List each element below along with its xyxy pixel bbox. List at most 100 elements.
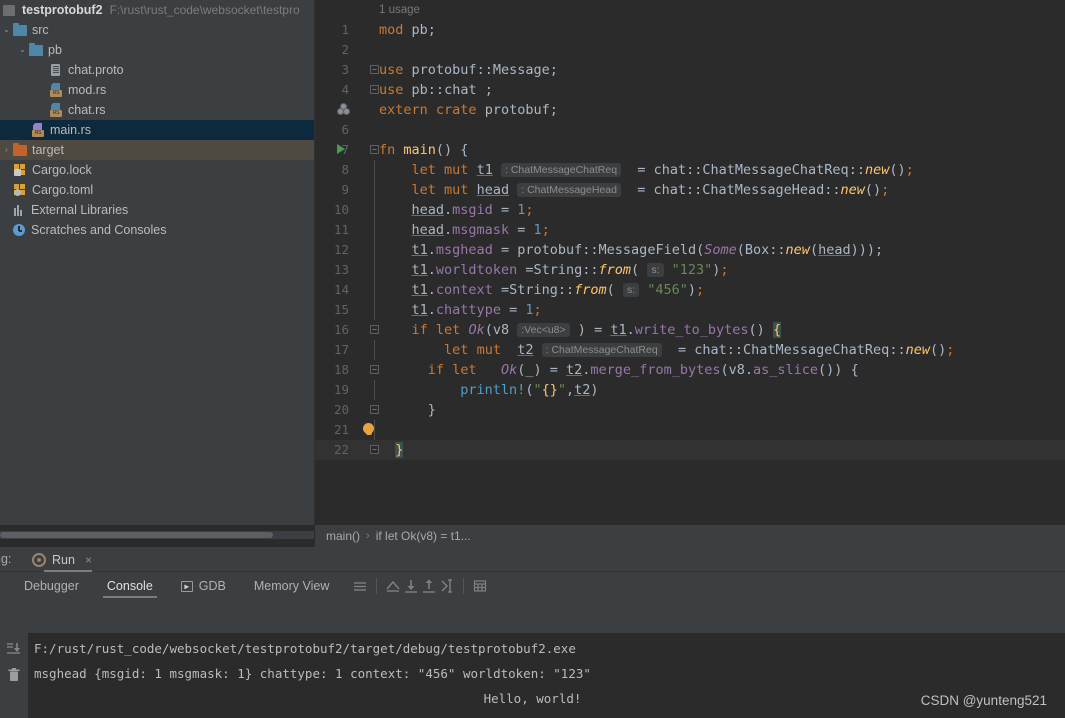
project-name: testprotobuf2 xyxy=(22,2,103,17)
fold-collapse-icon[interactable] xyxy=(370,145,379,154)
code-line-19[interactable]: 19 println!("{}",t2) xyxy=(315,380,1065,400)
proto-file-icon xyxy=(48,62,64,78)
code-line-16[interactable]: 16 if let Ok(v8 :Vec<u8> ) = t1.write_to… xyxy=(315,320,1065,340)
tree-item-src[interactable]: ⌄ src xyxy=(0,20,314,40)
code-line-7[interactable]: 7fn main() { xyxy=(315,140,1065,160)
tab-debugger[interactable]: Debugger xyxy=(10,572,93,600)
code-text: t1.msghead = protobuf::MessageField(Some… xyxy=(411,242,884,258)
tree-item-label: External Libraries xyxy=(31,202,129,217)
project-path: F:\rust\rust_code\websocket\testpro xyxy=(109,3,300,17)
code-line-11[interactable]: 11 head.msgmask = 1; xyxy=(315,220,1065,240)
folder-orange-icon xyxy=(12,142,28,158)
console-output[interactable]: F:/rust/rust_code/websocket/testprotobuf… xyxy=(0,633,1065,718)
tab-gdb[interactable]: ▶ GDB xyxy=(167,572,240,600)
code-line-21[interactable]: 21 xyxy=(315,420,1065,440)
scrollbar-thumb[interactable] xyxy=(0,532,273,538)
breadcrumb-item-0[interactable]: main() xyxy=(326,529,360,543)
tree-item-label: main.rs xyxy=(50,122,91,137)
code-editor[interactable]: 1 usage 1 mod pb;23 use protobuf::Message;… xyxy=(315,0,1065,525)
code-line-8[interactable]: 8 let mut t1 : ChatMessageChatReq = chat… xyxy=(315,160,1065,180)
crate-icon[interactable] xyxy=(337,100,361,120)
tree-item-external-libraries[interactable]: External Libraries xyxy=(0,200,314,220)
step-over-icon[interactable] xyxy=(384,577,402,595)
project-root-row[interactable]: testprotobuf2 F:\rust\rust_code\websocke… xyxy=(0,0,314,20)
tab-console[interactable]: Console xyxy=(93,572,167,600)
fold-collapse-icon[interactable] xyxy=(370,65,379,74)
debug-window-label: ug: xyxy=(0,552,12,566)
fold-end-icon[interactable] xyxy=(370,85,379,94)
code-text: use protobuf::Message; xyxy=(379,62,558,78)
code-line-13[interactable]: 13 t1.worldtoken =String::from( s: "123"… xyxy=(315,260,1065,280)
tree-item-cargo-lock[interactable]: Cargo.lock xyxy=(0,160,314,180)
intention-bulb-icon[interactable] xyxy=(361,420,385,440)
code-text: let mut head : ChatMessageHead = chat::C… xyxy=(411,182,890,198)
code-line-3[interactable]: 3 use protobuf::Message; xyxy=(315,60,1065,80)
sidebar-horizontal-scrollbar[interactable] xyxy=(0,531,314,539)
code-text: let mut t1 : ChatMessageChatReq = chat::… xyxy=(411,162,914,178)
tree-item-cargo-toml[interactable]: Cargo.toml xyxy=(0,180,314,200)
code-line-12[interactable]: 12 t1.msghead = protobuf::MessageField(S… xyxy=(315,240,1065,260)
fold-collapse-icon[interactable] xyxy=(370,365,379,374)
tree-item-main-rs[interactable]: RS main.rs xyxy=(0,120,314,140)
fold-guide-line xyxy=(374,340,375,360)
line-number: 12 xyxy=(333,242,349,257)
run-tab[interactable]: Run × xyxy=(28,547,96,572)
expand-arrow-icon[interactable]: ⌄ xyxy=(17,46,28,54)
code-line-15[interactable]: 15 t1.chattype = 1; xyxy=(315,300,1065,320)
usage-hint[interactable]: 1 usage xyxy=(379,0,420,20)
gdb-icon: ▶ xyxy=(180,580,193,592)
expand-arrow-icon[interactable]: › xyxy=(1,146,12,154)
tree-item-label: Cargo.toml xyxy=(32,182,94,197)
console-line: msghead {msgid: 1 msgmask: 1} chattype: … xyxy=(34,666,591,681)
run-to-cursor-icon[interactable] xyxy=(438,577,456,595)
hamburger-icon[interactable] xyxy=(351,577,369,595)
code-text: t1.chattype = 1; xyxy=(411,302,542,318)
scroll-to-end-icon[interactable] xyxy=(6,641,22,657)
close-icon[interactable]: × xyxy=(85,553,92,567)
current-line-highlight xyxy=(315,440,1065,460)
code-line-18[interactable]: 18 if let Ok(_) = t2.merge_from_bytes(v8… xyxy=(315,360,1065,380)
tree-item-target[interactable]: › target xyxy=(0,140,314,160)
tree-item-chat-rs[interactable]: RS chat.rs xyxy=(0,100,314,120)
step-out-icon[interactable] xyxy=(420,577,438,595)
trash-icon[interactable] xyxy=(6,667,22,683)
code-line-17[interactable]: 17 let mut t2 : ChatMessageChatReq = cha… xyxy=(315,340,1065,360)
breadcrumb-chevron-icon: › xyxy=(366,530,370,542)
line-number: 4 xyxy=(341,82,349,97)
code-line-22[interactable]: 22 } xyxy=(315,440,1065,460)
tree-item-scratches-and-consoles[interactable]: Scratches and Consoles xyxy=(0,220,314,240)
tree-item-chat-proto[interactable]: chat.proto xyxy=(0,60,314,80)
tree-item-mod-rs[interactable]: RS mod.rs xyxy=(0,80,314,100)
project-tree-panel[interactable]: testprotobuf2 F:\rust\rust_code\websocke… xyxy=(0,0,314,525)
code-text: fn main() { xyxy=(379,142,469,158)
code-line-9[interactable]: 9 let mut head : ChatMessageHead = chat:… xyxy=(315,180,1065,200)
breadcrumb[interactable]: main() › if let Ok(v8) = t1... xyxy=(315,525,1065,547)
bottom-tool-window[interactable]: ug: Run × Debugger Console ▶ GDB Memory … xyxy=(0,547,1065,718)
fold-end-icon[interactable] xyxy=(370,445,379,454)
evaluate-expression-icon[interactable] xyxy=(471,577,489,595)
expand-arrow-icon[interactable]: ⌄ xyxy=(1,26,12,34)
code-line-10[interactable]: 10 head.msgid = 1; xyxy=(315,200,1065,220)
code-text: } xyxy=(395,442,404,458)
fold-end-icon[interactable] xyxy=(370,405,379,414)
rust-run-icon xyxy=(32,552,46,567)
code-line-1[interactable]: 1 mod pb; xyxy=(315,20,1065,40)
code-line-6[interactable]: 6 xyxy=(315,120,1065,140)
code-line-4[interactable]: 4 use pb::chat ; xyxy=(315,80,1065,100)
code-line-14[interactable]: 14 t1.context =String::from( s: "456"); xyxy=(315,280,1065,300)
run-gutter-icon[interactable] xyxy=(337,140,361,160)
code-line-20[interactable]: 20 } xyxy=(315,400,1065,420)
tree-item-label: mod.rs xyxy=(68,82,107,97)
code-line-2[interactable]: 2 xyxy=(315,40,1065,60)
rust-file-icon: RS xyxy=(48,82,64,98)
code-line-5[interactable]: 5extern crate protobuf; xyxy=(315,100,1065,120)
step-into-icon[interactable] xyxy=(402,577,420,595)
fold-collapse-icon[interactable] xyxy=(370,325,379,334)
breadcrumb-item-1[interactable]: if let Ok(v8) = t1... xyxy=(376,529,471,543)
line-number: 9 xyxy=(341,182,349,197)
code-text: head.msgmask = 1; xyxy=(411,222,550,238)
line-number: 11 xyxy=(333,222,349,237)
cargo-toml-icon xyxy=(12,182,28,198)
tree-item-pb[interactable]: ⌄ pb xyxy=(0,40,314,60)
tab-memory-view[interactable]: Memory View xyxy=(240,572,343,600)
